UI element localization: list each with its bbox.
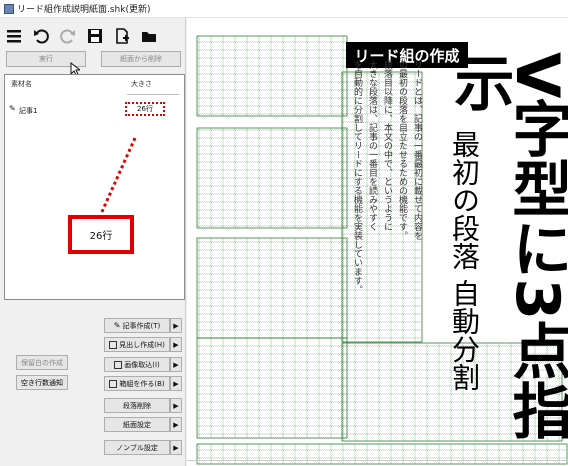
- pencil-icon: ✎: [9, 104, 16, 113]
- callout-leader-line: [99, 137, 137, 215]
- delete-paragraph-menu-arrow[interactable]: ▶: [170, 398, 182, 413]
- material-name: 記事1: [19, 107, 38, 115]
- create-article-menu-arrow[interactable]: ▶: [170, 318, 182, 333]
- column-header-size: 大きさ: [131, 80, 152, 88]
- create-blank-button[interactable]: 保留白の作成: [16, 355, 68, 370]
- window-title: リード組作成説明紙面.shk(更新): [17, 5, 151, 15]
- body-text-column: を自動的に分割してリードにする機能を実装しています。: [352, 60, 362, 294]
- toolbar: [4, 24, 159, 48]
- delete-paragraph-button[interactable]: 段落削除: [104, 398, 170, 413]
- new-file-icon[interactable]: [112, 26, 132, 46]
- create-heading-button[interactable]: 見出し作成(H): [104, 337, 170, 352]
- material-list-header: 素材名 大きさ: [5, 75, 184, 93]
- import-image-button[interactable]: 画像取込(I): [104, 357, 170, 372]
- image-icon: [114, 360, 123, 369]
- redo-icon[interactable]: [58, 26, 78, 46]
- main-headline: V字型に3点指示: [444, 52, 568, 441]
- app-icon: [4, 3, 14, 14]
- list-item[interactable]: ✎ 記事1 26行: [7, 102, 179, 117]
- nombre-settings-button[interactable]: ノンブル設定: [104, 440, 170, 455]
- body-text-column: の最初の段落を目立たせるための機能です。: [397, 60, 407, 240]
- delete-from-page-button[interactable]: 紙面から削除: [101, 51, 181, 67]
- save-icon[interactable]: [85, 26, 105, 46]
- header-divider: [127, 94, 179, 95]
- pencil-icon: ✎: [113, 321, 121, 330]
- create-box-menu-arrow[interactable]: ▶: [170, 376, 182, 391]
- window-titlebar: リード組作成説明紙面.shk(更新): [0, 0, 568, 18]
- page-bottom-divider: [187, 460, 568, 461]
- material-size: 26行: [125, 102, 165, 116]
- menu-icon[interactable]: [4, 26, 24, 46]
- body-text-column: リードとは、記事の一番最初に載せて内容を: [412, 60, 422, 240]
- left-panel: 実行 紙面から削除 素材名 大きさ ✎ 記事1 26行 26行 ✎ 記事作成(T)…: [0, 18, 186, 466]
- heading-icon: [109, 340, 118, 349]
- size-callout: 26行: [68, 215, 134, 254]
- page-settings-button[interactable]: 紙面設定: [104, 417, 170, 432]
- page-settings-menu-arrow[interactable]: ▶: [170, 417, 182, 432]
- import-image-menu-arrow[interactable]: ▶: [170, 357, 182, 372]
- column-header-name: 素材名: [11, 80, 32, 88]
- create-box-button[interactable]: 箱組を作る(B): [104, 376, 170, 391]
- nombre-settings-menu-arrow[interactable]: ▶: [170, 440, 182, 455]
- sub-headline: 最初の段落 自動分割: [448, 130, 481, 391]
- create-article-button[interactable]: ✎ 記事作成(T): [104, 318, 170, 333]
- body-text-column: 大きな段落は、記事の一番目を読みやすく: [367, 60, 377, 231]
- folder-icon[interactable]: [139, 26, 159, 46]
- box-icon: [109, 379, 118, 388]
- body-text-column: 段落目以降に、本文の中で、というように: [382, 60, 392, 231]
- undo-icon[interactable]: [31, 26, 51, 46]
- notify-blank-lines-button[interactable]: 空き行数通知: [16, 375, 68, 390]
- create-heading-menu-arrow[interactable]: ▶: [170, 337, 182, 352]
